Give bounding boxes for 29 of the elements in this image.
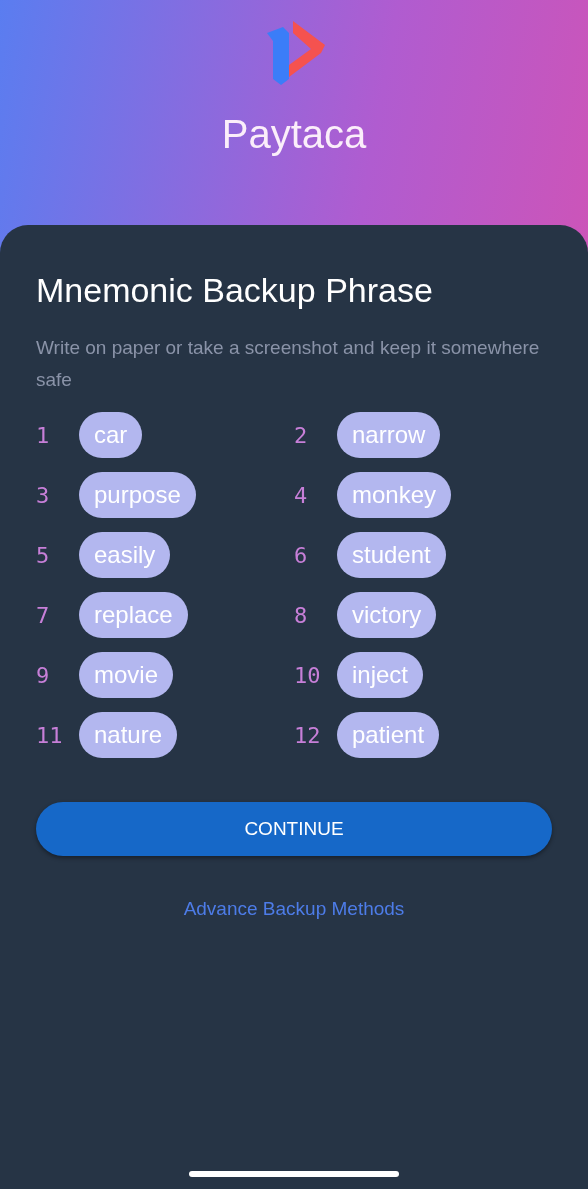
word-chip: narrow — [337, 412, 441, 458]
word-chip: patient — [337, 712, 440, 758]
backup-title: Mnemonic Backup Phrase — [36, 271, 434, 310]
word-chip: movie — [79, 652, 174, 698]
word-chip: student — [337, 532, 446, 578]
advanced-backup-link[interactable]: Advance Backup Methods — [183, 898, 405, 920]
word-number: 11 — [36, 722, 64, 748]
app-name: Paytaca — [221, 112, 367, 157]
word-number: 12 — [294, 722, 322, 748]
word-number: 10 — [294, 662, 322, 688]
word-number: 5 — [36, 542, 51, 568]
word-chip: easily — [79, 532, 171, 578]
word-number: 6 — [294, 542, 309, 568]
word-number: 7 — [36, 602, 51, 628]
word-chip: victory — [337, 592, 437, 638]
word-chip: monkey — [337, 472, 452, 518]
word-number: 8 — [294, 602, 309, 628]
word-number: 4 — [294, 482, 309, 508]
word-chip: inject — [337, 652, 424, 698]
word-number: 2 — [294, 422, 309, 448]
word-number: 3 — [36, 482, 51, 508]
word-chip: nature — [79, 712, 178, 758]
word-number: 1 — [36, 422, 51, 448]
backup-instructions: Write on paper or take a screenshot and keep it somewhere safe — [36, 336, 541, 392]
word-number: 9 — [36, 662, 51, 688]
word-chip: car — [79, 412, 143, 458]
continue-button[interactable]: CONTINUE — [36, 802, 552, 856]
word-chip: replace — [79, 592, 188, 638]
word-chip: purpose — [79, 472, 196, 518]
